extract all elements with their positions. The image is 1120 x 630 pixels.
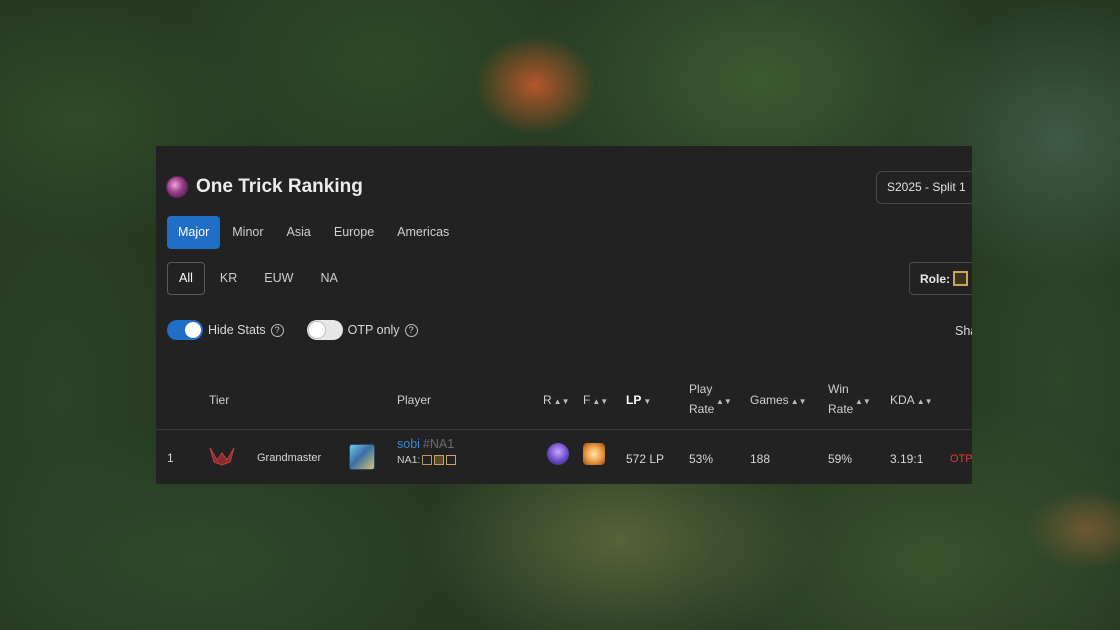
header-f-label: F (583, 393, 591, 407)
win-rate-cell: 59% (828, 452, 853, 466)
page-title: One Trick Ranking (196, 176, 363, 197)
lp-cell: 572 LP (626, 452, 665, 466)
summoner-spell-icon (583, 443, 605, 465)
kda-cell: 3.19:1 (890, 452, 924, 466)
sort-desc-icon: ▼ (643, 397, 652, 406)
grandmaster-emblem-icon (209, 447, 235, 466)
sort-icon: ▲▼ (716, 397, 732, 406)
role-mid-icon (446, 455, 457, 465)
otp-only-label: OTP only (347, 323, 400, 337)
region-tabs: Major Minor Asia Europe Americas (167, 216, 461, 249)
server-tabs: All KR EUW NA (167, 262, 353, 295)
role-label: Role: (920, 271, 950, 286)
header-kda[interactable]: KDA ▲▼ (890, 390, 933, 412)
champion-portrait-icon (349, 444, 375, 470)
server-tab-all[interactable]: All (167, 262, 205, 295)
player-name-link[interactable]: sobi (397, 437, 420, 451)
server-tab-kr[interactable]: KR (208, 262, 249, 295)
tab-major[interactable]: Major (167, 216, 221, 249)
header-kda-label: KDA (890, 393, 915, 407)
header-win-rate[interactable]: Win Rate (828, 379, 853, 419)
tab-europe[interactable]: Europe (323, 216, 385, 249)
sort-icon: ▲▼ (916, 397, 933, 406)
keystone-rune-icon (547, 443, 569, 465)
table-row[interactable]: 1 Grandmaster sobi #NA1 NA1: 572 LP 53% 1… (156, 431, 972, 484)
header-f[interactable]: F ▲▼ (583, 390, 608, 412)
champion-logo-icon (166, 176, 188, 198)
hide-stats-label: Hide Stats (208, 323, 266, 337)
header-games[interactable]: Games ▲▼ (750, 390, 807, 412)
help-icon[interactable]: ? (270, 323, 284, 337)
otp-only-toggle[interactable]: OTP only ? (306, 320, 418, 340)
header-player: Player (397, 393, 432, 407)
title-row: One Trick Ranking (166, 176, 363, 198)
header-tier: Tier (209, 393, 230, 407)
header-lp-label: LP (626, 393, 642, 407)
player-server-row: NA1: (397, 454, 457, 466)
header-games-label: Games (750, 393, 789, 407)
header-play-rate-line2: Rate (689, 402, 715, 416)
player-server: NA1: (397, 454, 421, 466)
season-select[interactable]: S2025 - Split 1 (876, 171, 972, 204)
header-r[interactable]: R ▲▼ (543, 390, 570, 412)
sort-icon: ▲▼ (855, 397, 871, 406)
games-cell: 188 (750, 452, 771, 466)
header-win-rate-line1: Win (828, 382, 849, 396)
tier-cell: Grandmaster (257, 452, 322, 464)
hide-stats-toggle[interactable]: Hide Stats ? (167, 320, 284, 340)
otp-only-switch[interactable] (306, 320, 343, 340)
hide-stats-switch[interactable] (167, 320, 203, 340)
header-play-rate-line1: Play (689, 382, 713, 396)
server-tab-euw[interactable]: EUW (252, 262, 305, 295)
player-cell: sobi #NA1 NA1: (397, 437, 457, 466)
sort-icon: ▲▼ (592, 397, 609, 406)
ranking-panel: One Trick Ranking S2025 - Split 1 Major … (156, 146, 972, 484)
role-all-icon (953, 271, 968, 286)
role-filter-button[interactable]: Role: (909, 262, 972, 295)
help-icon[interactable]: ? (404, 323, 418, 337)
play-rate-cell: 53% (689, 452, 714, 466)
switch-knob (185, 322, 201, 338)
sort-icon: ▲▼ (553, 397, 570, 406)
toggles-row: Hide Stats ? OTP only ? (167, 320, 441, 340)
otp-badge: OTP (950, 453, 972, 465)
tab-americas[interactable]: Americas (386, 216, 460, 249)
tab-asia[interactable]: Asia (276, 216, 322, 249)
header-play-rate[interactable]: Play Rate (689, 379, 714, 419)
switch-knob (308, 322, 325, 338)
sort-icon: ▲▼ (790, 397, 807, 406)
role-jungle-icon (434, 455, 445, 465)
tab-minor[interactable]: Minor (221, 216, 274, 249)
header-r-label: R (543, 393, 552, 407)
header-lp[interactable]: LP ▼ (626, 390, 651, 412)
table-header: Tier Player R ▲▼ F ▲▼ LP ▼ Play Rate ▲▼ Gam… (156, 374, 972, 430)
share-button[interactable]: Sha (955, 324, 972, 338)
server-tab-na[interactable]: NA (308, 262, 349, 295)
rank-cell: 1 (167, 451, 174, 465)
header-win-rate-line2: Rate (828, 402, 854, 416)
role-top-icon (422, 455, 433, 465)
player-tag: #NA1 (422, 437, 455, 451)
